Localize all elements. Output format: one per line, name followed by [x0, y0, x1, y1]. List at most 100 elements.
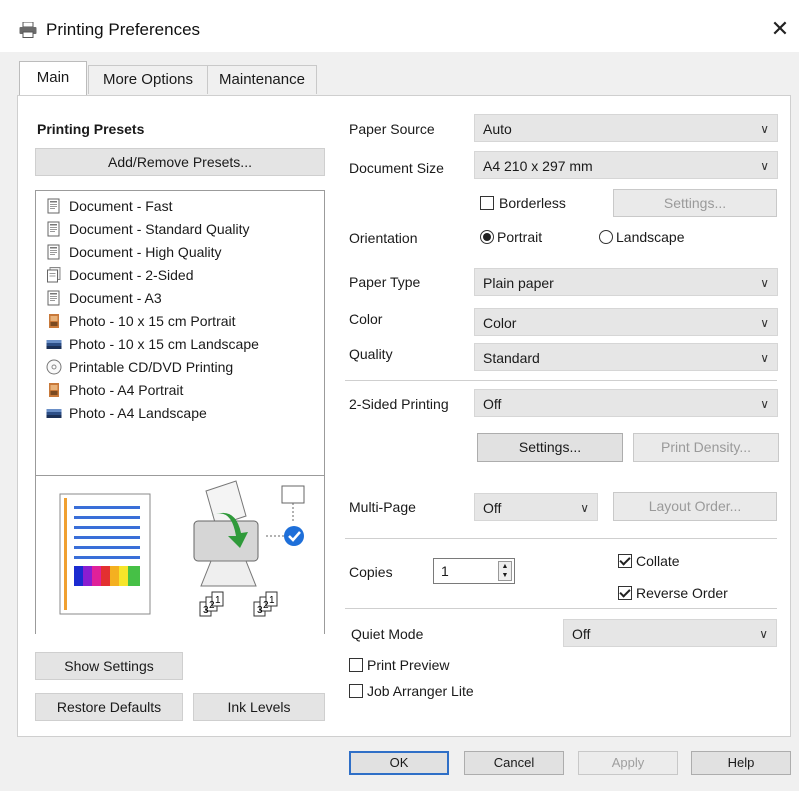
- paper-source-value: Auto: [483, 121, 512, 137]
- cancel-button[interactable]: Cancel: [464, 751, 564, 775]
- multi-page-dropdown[interactable]: Off ∨: [474, 493, 598, 521]
- copies-value: 1: [441, 563, 449, 579]
- ink-levels-button[interactable]: Ink Levels: [193, 693, 325, 721]
- list-item[interactable]: Document - High Quality: [46, 241, 222, 263]
- document-icon: [47, 244, 60, 260]
- help-button[interactable]: Help: [691, 751, 791, 775]
- list-item[interactable]: Document - A3: [46, 287, 162, 309]
- paper-type-dropdown[interactable]: Plain paper ∨: [474, 268, 778, 296]
- preset-label: Document - High Quality: [69, 244, 222, 260]
- color-dropdown[interactable]: Color ∨: [474, 308, 778, 336]
- print-preview-checkbox[interactable]: [349, 658, 363, 672]
- window-title: Printing Preferences: [46, 20, 201, 39]
- job-arranger-lite-label: Job Arranger Lite: [367, 683, 474, 699]
- decrement-arrow-icon[interactable]: ▼: [499, 571, 511, 580]
- paper-type-label: Paper Type: [349, 274, 421, 290]
- tab-main[interactable]: Main: [19, 61, 87, 95]
- tab-more-options[interactable]: More Options: [88, 65, 208, 94]
- document-icon: [47, 290, 60, 306]
- printer-illustration-icon: [193, 480, 259, 587]
- paper-type-value: Plain paper: [483, 275, 554, 291]
- divider: [345, 380, 777, 381]
- list-item[interactable]: Photo - 10 x 15 cm Portrait: [46, 310, 236, 332]
- preset-label: Document - 2-Sided: [69, 267, 194, 283]
- collate-checkbox[interactable]: [618, 554, 632, 568]
- print-preview-illustration: 3 2 1 3 2 1: [36, 475, 324, 634]
- portrait-label: Portrait: [497, 229, 543, 245]
- two-sided-document-icon: [47, 267, 61, 283]
- reverse-order-label: Reverse Order: [636, 585, 728, 601]
- reverse-order-checkbox[interactable]: [618, 586, 632, 600]
- chevron-down-icon: ∨: [760, 159, 769, 173]
- paper-source-dropdown[interactable]: Auto ∨: [474, 114, 778, 142]
- list-item[interactable]: Document - Standard Quality: [46, 218, 250, 240]
- quiet-mode-dropdown[interactable]: Off ∨: [563, 619, 777, 647]
- page-number-1b: 1: [269, 595, 275, 606]
- preset-label: Photo - A4 Portrait: [69, 382, 184, 398]
- borderless-settings-button[interactable]: Settings...: [613, 189, 777, 217]
- color-value: Color: [483, 315, 517, 331]
- list-item[interactable]: Photo - 10 x 15 cm Landscape: [46, 333, 259, 355]
- color-label: Color: [349, 311, 383, 327]
- collate-label: Collate: [636, 553, 680, 569]
- copies-stepper[interactable]: 1 ▲ ▼: [433, 558, 515, 584]
- two-sided-printing-value: Off: [483, 396, 502, 412]
- printer-icon: [19, 22, 37, 38]
- preset-label: Document - Standard Quality: [69, 221, 250, 237]
- show-settings-button[interactable]: Show Settings: [35, 652, 183, 680]
- quality-value: Standard: [483, 350, 540, 366]
- document-size-dropdown[interactable]: A4 210 x 297 mm ∨: [474, 151, 778, 179]
- quiet-mode-value: Off: [572, 626, 591, 642]
- quality-dropdown[interactable]: Standard ∨: [474, 343, 778, 371]
- print-density-button[interactable]: Print Density...: [633, 433, 779, 462]
- photo-portrait-icon: [49, 383, 59, 397]
- borderless-label: Borderless: [499, 195, 566, 211]
- close-icon: ✕: [770, 16, 790, 41]
- close-button[interactable]: ✕: [768, 16, 792, 42]
- add-remove-presets-button[interactable]: Add/Remove Presets...: [35, 148, 325, 176]
- two-sided-printing-label: 2-Sided Printing: [349, 396, 449, 412]
- borderless-checkbox[interactable]: [480, 196, 494, 210]
- chevron-down-icon: ∨: [760, 351, 769, 365]
- ok-button[interactable]: OK: [349, 751, 449, 775]
- landscape-radio[interactable]: [599, 230, 613, 244]
- paper-source-label: Paper Source: [349, 121, 435, 137]
- document-size-label: Document Size: [349, 160, 444, 176]
- two-sided-printing-dropdown[interactable]: Off ∨: [474, 389, 778, 417]
- divider: [345, 608, 777, 609]
- list-item[interactable]: Printable CD/DVD Printing: [46, 356, 233, 378]
- job-arranger-lite-checkbox[interactable]: [349, 684, 363, 698]
- quality-label: Quality: [349, 346, 393, 362]
- printing-presets-heading: Printing Presets: [37, 121, 145, 137]
- disc-icon: [46, 359, 62, 375]
- list-item[interactable]: Document - 2-Sided: [46, 264, 194, 286]
- preset-label: Photo - 10 x 15 cm Landscape: [69, 336, 259, 352]
- preset-label: Printable CD/DVD Printing: [69, 359, 234, 375]
- chevron-down-icon: ∨: [580, 501, 589, 515]
- chevron-down-icon: ∨: [760, 122, 769, 136]
- copies-label: Copies: [349, 564, 393, 580]
- layout-order-button[interactable]: Layout Order...: [613, 492, 777, 521]
- quiet-mode-label: Quiet Mode: [351, 626, 424, 642]
- preset-label: Photo - A4 Landscape: [69, 405, 207, 421]
- title-bar: Printing Preferences ✕: [0, 0, 799, 52]
- photo-portrait-icon: [49, 314, 59, 328]
- list-item[interactable]: Photo - A4 Landscape: [46, 402, 207, 424]
- apply-button[interactable]: Apply: [578, 751, 678, 775]
- two-sided-settings-button[interactable]: Settings...: [477, 433, 623, 462]
- multi-page-value: Off: [483, 500, 502, 516]
- preview-graphic: 3 2 1 3 2 1: [59, 480, 305, 617]
- tab-maintenance[interactable]: Maintenance: [207, 65, 317, 94]
- chevron-down-icon: ∨: [760, 397, 769, 411]
- increment-arrow-icon[interactable]: ▲: [499, 562, 511, 571]
- portrait-radio[interactable]: [480, 230, 494, 244]
- multi-page-label: Multi-Page: [349, 499, 416, 515]
- collate-pages-icon: 3 2 1 3 2 1: [199, 591, 278, 617]
- list-item[interactable]: Document - Fast: [46, 195, 172, 217]
- chevron-down-icon: ∨: [759, 627, 768, 641]
- divider: [345, 538, 777, 539]
- print-preview-label: Print Preview: [367, 657, 450, 673]
- restore-defaults-button[interactable]: Restore Defaults: [35, 693, 183, 721]
- page-preview-icon: [59, 493, 151, 615]
- list-item[interactable]: Photo - A4 Portrait: [46, 379, 183, 401]
